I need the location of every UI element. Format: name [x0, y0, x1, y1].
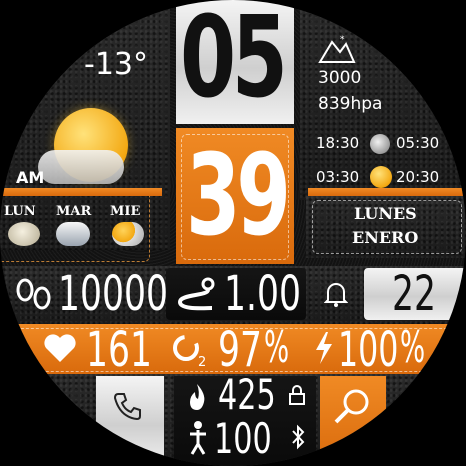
- notifications-text: 22: [392, 266, 436, 322]
- info-orange-band: [308, 188, 466, 196]
- heart-rate-text: 161: [86, 322, 152, 378]
- cloud-icon: [38, 150, 124, 184]
- partly-cloudy-icon: [112, 222, 144, 246]
- workout-person-icon: [190, 421, 206, 455]
- battery-unit: %: [400, 322, 426, 373]
- heart-icon: [44, 334, 76, 362]
- svg-text:2: 2: [198, 355, 206, 368]
- moon-icon: [370, 134, 390, 154]
- spo2-icon: 2: [173, 335, 206, 368]
- calories-text: 425: [218, 370, 276, 419]
- hours-text: 05: [180, 0, 288, 123]
- search-icon[interactable]: [332, 386, 372, 426]
- sunrise-text: 03:30: [316, 168, 360, 186]
- weather-orange-band: [0, 188, 162, 196]
- forecast-day-2: MAR: [56, 204, 92, 219]
- route-icon: [177, 277, 215, 311]
- steps-text: 10000: [58, 266, 168, 322]
- month-text: ENERO: [352, 228, 419, 247]
- cloudy-icon: [8, 222, 40, 246]
- temperature-text: -13°: [84, 47, 148, 82]
- minutes-text: 39: [186, 131, 291, 261]
- spo2-text: 97: [218, 322, 262, 378]
- spo2-unit: %: [264, 322, 290, 373]
- battery-bolt-icon: [316, 332, 332, 364]
- pressure-altitude-text: 3000: [318, 68, 362, 88]
- sunset-text: 20:30: [396, 168, 440, 186]
- moonset-text: 05:30: [396, 134, 440, 152]
- floors-text: 100: [214, 414, 272, 463]
- forecast-day-1: LUN: [4, 204, 36, 219]
- distance-text: 1.00: [224, 266, 301, 322]
- watch-face: 05 39 -13° AM LUN MAR MIE * 3000 839hpa …: [0, 0, 466, 466]
- footsteps-icon: [16, 278, 51, 310]
- forecast-day-3: MIE: [110, 204, 141, 219]
- lock-icon: [289, 385, 305, 405]
- sun-small-icon: [370, 166, 392, 188]
- battery-text: 100: [338, 322, 399, 378]
- mountain-icon: *: [318, 35, 356, 63]
- bell-icon: [324, 283, 348, 307]
- bluetooth-icon: [292, 424, 305, 450]
- phone-icon[interactable]: [112, 390, 144, 422]
- pressure-text: 839hpa: [318, 94, 383, 114]
- svg-text:*: *: [340, 35, 345, 45]
- snow-cloud-icon: [56, 222, 90, 246]
- ampm-text: AM: [16, 168, 45, 187]
- weekday-text: LUNES: [354, 204, 417, 223]
- moonrise-text: 18:30: [316, 134, 360, 152]
- flame-icon: [190, 384, 205, 410]
